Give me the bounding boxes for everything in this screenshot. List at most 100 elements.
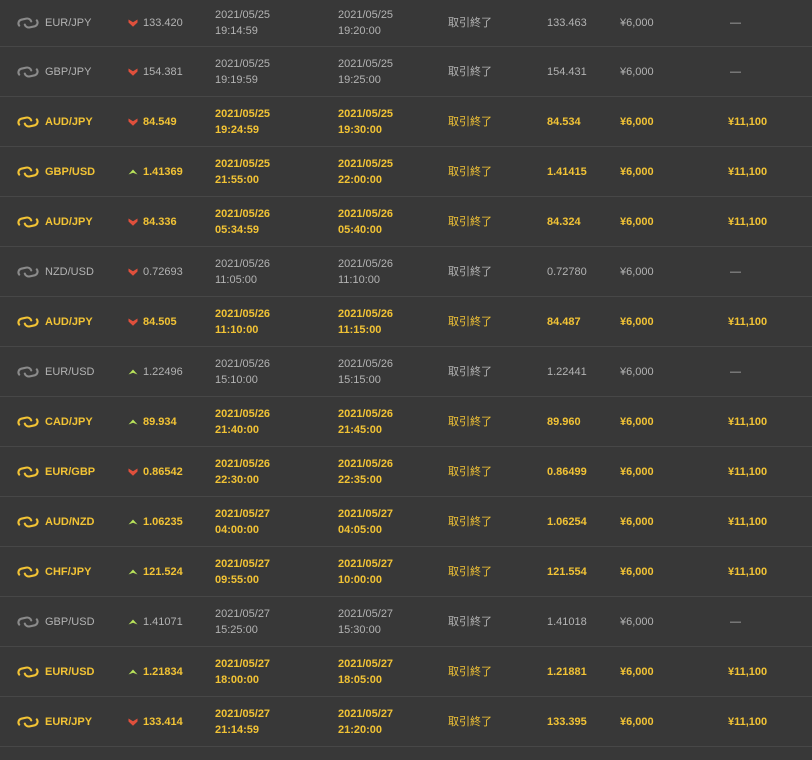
start-date: 2021/05/27 <box>215 607 271 620</box>
close-price-value: 1.41415 <box>547 165 587 178</box>
close-price: 84.487 <box>547 314 581 330</box>
end-datetime: 2021/05/26 21:45:00 <box>338 406 393 438</box>
end-time: 22:35:00 <box>338 473 383 486</box>
close-price: 84.324 <box>547 214 581 230</box>
start-datetime: 2021/05/25 19:24:59 <box>215 106 270 138</box>
trade-status: 取引終了 <box>448 364 492 380</box>
table-row[interactable]: GBP/USD 1.41369 2021/05/25 21:55:00 2021/05/… <box>0 147 812 197</box>
start-date: 2021/05/25 <box>215 107 271 120</box>
trade-amount-value: ¥6,000 <box>620 17 654 29</box>
currency-link-icon <box>17 565 39 579</box>
end-time: 15:30:00 <box>338 623 381 636</box>
currency-link-icon <box>17 665 39 679</box>
table-row[interactable]: AUD/NZD 1.06235 2021/05/27 04:00:00 2021/05/… <box>0 497 812 547</box>
currency-link-icon <box>17 315 39 329</box>
end-time: 11:10:00 <box>338 273 381 286</box>
table-row[interactable]: EUR/JPY 133.420 2021/05/25 19:14:59 2021/05/… <box>0 0 812 47</box>
trade-amount: ¥6,000 <box>620 614 654 630</box>
table-row[interactable]: CAD/JPY 89.934 2021/05/26 21:40:00 2021/05/2… <box>0 397 812 447</box>
table-row[interactable]: GBP/JPY 154.381 2021/05/25 19:19:59 2021/05/… <box>0 47 812 97</box>
close-price: 133.463 <box>547 15 587 31</box>
currency-link-icon <box>17 215 39 229</box>
start-datetime: 2021/05/26 22:30:00 <box>215 456 270 488</box>
end-date: 2021/05/25 <box>338 9 394 21</box>
entry-price-value: 133.414 <box>143 715 183 728</box>
payout: ¥11,100 <box>728 164 767 180</box>
entry-price: 84.505 <box>143 314 177 330</box>
trade-status: 取引終了 <box>448 664 492 680</box>
end-date: 2021/05/26 <box>338 257 394 270</box>
trade-status: 取引終了 <box>448 414 492 430</box>
end-date: 2021/05/26 <box>338 457 394 470</box>
entry-price: 0.72693 <box>143 264 183 280</box>
end-date: 2021/05/26 <box>338 307 394 320</box>
trade-amount: ¥6,000 <box>620 15 654 31</box>
trade-status: 取引終了 <box>448 15 492 31</box>
trade-status: 取引終了 <box>448 164 492 180</box>
payout-value: — <box>730 17 741 29</box>
start-time: 21:55:00 <box>215 173 260 186</box>
end-date: 2021/05/27 <box>338 657 394 670</box>
payout-value: ¥11,100 <box>728 215 768 228</box>
start-datetime: 2021/05/27 15:25:00 <box>215 606 270 638</box>
close-price: 154.431 <box>547 64 587 80</box>
trade-amount-value: ¥6,000 <box>620 365 654 378</box>
end-date: 2021/05/27 <box>338 707 394 720</box>
entry-price: 1.06235 <box>143 514 183 530</box>
end-time: 05:40:00 <box>338 223 383 236</box>
trade-amount-value: ¥6,000 <box>620 465 654 478</box>
currency-link-icon <box>17 615 39 629</box>
table-row[interactable]: GBP/USD 1.41071 2021/05/27 15:25:00 2021/05/… <box>0 597 812 647</box>
start-datetime: 2021/05/26 21:40:00 <box>215 406 270 438</box>
table-row[interactable]: AUD/JPY 84.505 2021/05/26 11:10:00 2021/05/2… <box>0 297 812 347</box>
entry-price: 89.934 <box>143 414 177 430</box>
end-date: 2021/05/25 <box>338 157 394 170</box>
currency-link-icon <box>17 365 39 379</box>
end-datetime: 2021/05/26 11:15:00 <box>338 306 393 338</box>
payout: ¥11,100 <box>728 664 767 680</box>
start-datetime: 2021/05/26 15:10:00 <box>215 356 270 388</box>
table-row[interactable]: AUD/JPY 84.549 2021/05/25 19:24:59 2021/05/2… <box>0 97 812 147</box>
payout-value: ¥11,100 <box>728 665 768 678</box>
arrow-down-icon <box>128 467 138 477</box>
start-datetime: 2021/05/26 11:10:00 <box>215 306 270 338</box>
start-time: 18:00:00 <box>215 673 260 686</box>
entry-price: 133.414 <box>143 714 183 730</box>
entry-price-value: 89.934 <box>143 415 177 428</box>
table-row[interactable]: EUR/USD 1.22496 2021/05/26 15:10:00 2021/05/… <box>0 347 812 397</box>
table-row[interactable]: CHF/JPY 121.524 2021/05/27 09:55:00 2021/05/… <box>0 547 812 597</box>
table-row[interactable]: EUR/JPY 133.414 2021/05/27 21:14:59 2021/05/… <box>0 697 812 747</box>
start-date: 2021/05/26 <box>215 457 271 470</box>
trade-amount: ¥6,000 <box>620 464 654 480</box>
currency-pair-label: EUR/JPY <box>45 17 92 29</box>
table-row[interactable]: AUD/JPY 84.336 2021/05/26 05:34:59 2021/05/2… <box>0 197 812 247</box>
close-price-value: 154.431 <box>547 65 587 78</box>
arrow-down-icon <box>128 67 138 77</box>
currency-link-icon <box>17 465 39 479</box>
start-time: 05:34:59 <box>215 223 260 236</box>
start-time: 04:00:00 <box>215 523 260 536</box>
end-time: 21:45:00 <box>338 423 383 436</box>
trade-status-label: 取引終了 <box>448 114 492 128</box>
arrow-down-icon <box>128 18 138 28</box>
close-price-value: 89.960 <box>547 415 581 428</box>
currency-link-icon <box>17 16 39 30</box>
start-time: 21:40:00 <box>215 423 260 436</box>
currency-pair-label: CHF/JPY <box>45 565 92 578</box>
trade-status-label: 取引終了 <box>448 164 492 178</box>
arrow-down-icon <box>128 217 138 227</box>
table-row[interactable]: EUR/USD 1.21834 2021/05/27 18:00:00 2021/05/… <box>0 647 812 697</box>
currency-link-icon <box>17 65 39 79</box>
end-date: 2021/05/27 <box>338 557 394 570</box>
trade-amount: ¥6,000 <box>620 514 654 530</box>
trade-amount: ¥6,000 <box>620 314 654 330</box>
start-date: 2021/05/27 <box>215 657 271 670</box>
trade-status-label: 取引終了 <box>448 214 492 228</box>
start-date: 2021/05/27 <box>215 707 271 720</box>
currency-pair-label: AUD/JPY <box>45 115 93 128</box>
end-datetime: 2021/05/25 19:25:00 <box>338 56 393 88</box>
currency-pair-label: AUD/NZD <box>45 515 95 528</box>
table-row[interactable]: NZD/USD 0.72693 2021/05/26 11:05:00 2021/05/… <box>0 247 812 297</box>
table-row[interactable]: EUR/GBP 0.86542 2021/05/26 22:30:00 2021/05/… <box>0 447 812 497</box>
trade-status: 取引終了 <box>448 514 492 530</box>
